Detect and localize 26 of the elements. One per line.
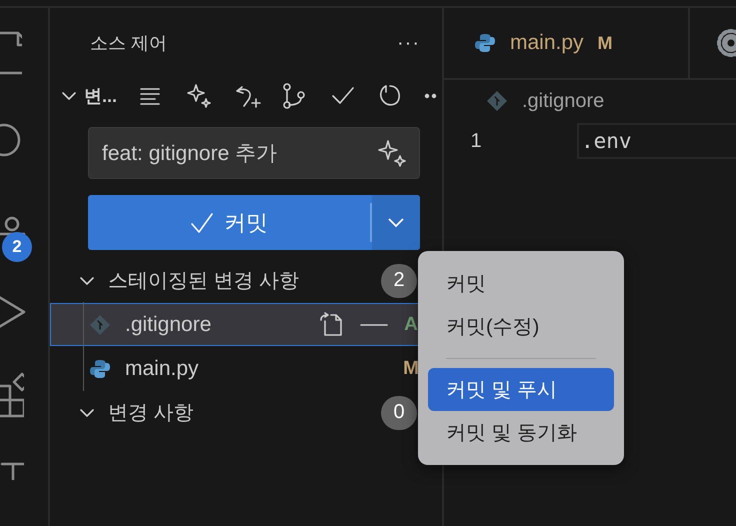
undo-plus-icon[interactable]: [234, 83, 260, 109]
python-icon: [474, 32, 496, 54]
open-file-icon[interactable]: [319, 312, 345, 338]
git-icon: [89, 314, 111, 336]
line-number: 1: [469, 130, 483, 152]
status-letter: A: [403, 314, 419, 336]
more-button[interactable]: ···: [397, 32, 420, 54]
sparkle-icon[interactable]: [186, 83, 212, 109]
status-letter: M: [403, 358, 419, 380]
menu-item[interactable]: 커밋 및 푸시: [428, 368, 614, 411]
code-line: .env: [577, 123, 736, 159]
chevron-down-icon[interactable]: [62, 92, 76, 100]
notification-badge: 2: [2, 232, 32, 262]
test-icon[interactable]: [0, 460, 24, 480]
editor-tab[interactable]: main.py M: [444, 8, 690, 78]
chevron-down-icon: [388, 218, 404, 227]
git-icon: [486, 90, 508, 112]
count-badge: 2: [381, 264, 417, 298]
count-badge: 0: [381, 396, 417, 430]
python-icon: [89, 358, 111, 380]
breadcrumb[interactable]: .gitignore: [522, 90, 604, 112]
repository-label[interactable]: 변...: [84, 84, 118, 108]
panel-title: 소스 제어: [90, 32, 168, 55]
commit-message-field[interactable]: feat: gitignore 추가: [88, 127, 420, 179]
sparkle-icon[interactable]: [377, 138, 407, 168]
check-icon: [190, 210, 214, 234]
